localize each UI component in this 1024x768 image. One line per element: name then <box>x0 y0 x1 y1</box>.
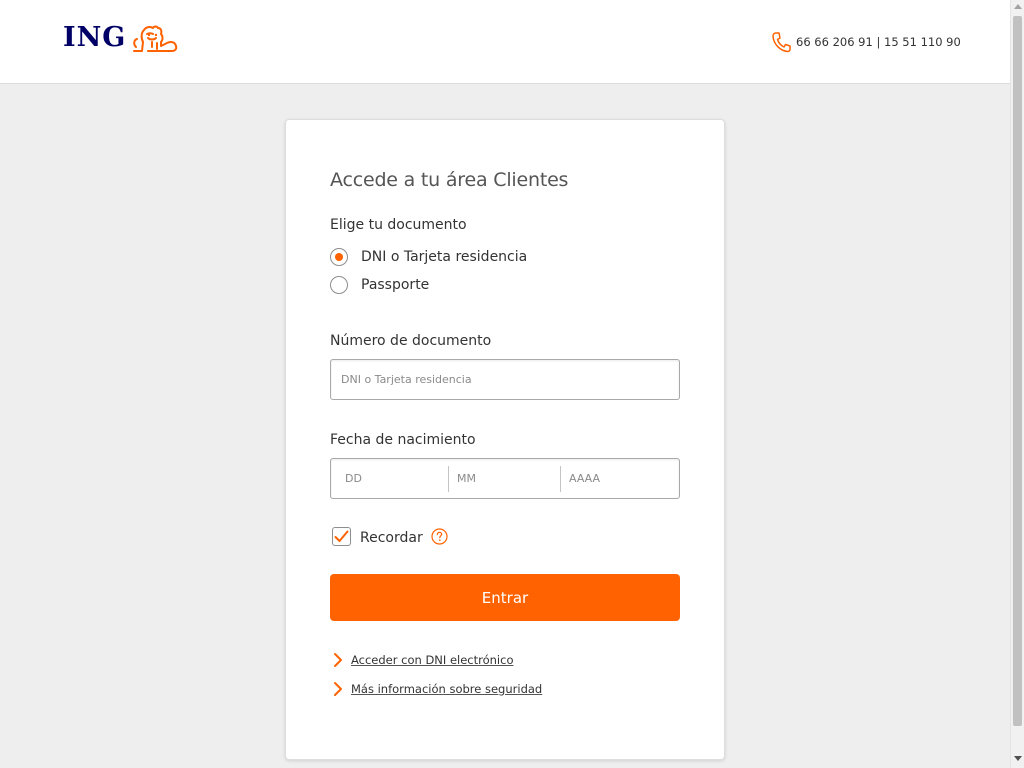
phone-icon <box>772 32 791 53</box>
link-security[interactable]: Más información sobre seguridad <box>332 681 542 697</box>
document-number-input[interactable] <box>330 359 680 400</box>
phone-numbers: 66 66 206 91 | 15 51 110 90 <box>796 35 961 49</box>
chevron-right-icon <box>334 682 342 696</box>
submit-button[interactable]: Entrar <box>330 574 680 621</box>
chevron-right-icon <box>334 653 342 667</box>
login-card: Accede a tu área Clientes Elige tu docum… <box>285 119 725 760</box>
document-type-label: Elige tu documento <box>330 217 467 233</box>
document-number-label: Número de documento <box>330 333 492 349</box>
birthdate-label: Fecha de nacimiento <box>330 432 476 448</box>
birthdate-year-input[interactable] <box>561 465 671 492</box>
radio-passport-button[interactable] <box>330 276 348 294</box>
page-title: Accede a tu área Clientes <box>330 169 569 191</box>
help-circle-icon[interactable] <box>431 528 448 545</box>
radio-passport[interactable]: Passporte <box>330 276 429 294</box>
link-security-text[interactable]: Más información sobre seguridad <box>351 682 542 696</box>
remember-label: Recordar <box>360 530 423 546</box>
vertical-scrollbar[interactable] <box>1010 0 1024 768</box>
birthdate-field <box>330 458 680 499</box>
checkmark-icon <box>334 530 349 542</box>
radio-dni[interactable]: DNI o Tarjeta residencia <box>330 248 527 266</box>
scroll-up-arrow-icon[interactable] <box>1014 4 1022 9</box>
logo-text: ING <box>63 22 127 53</box>
radio-dni-label: DNI o Tarjeta residencia <box>361 249 528 265</box>
header: ING 66 66 206 91 | 15 51 110 90 <box>0 0 1010 84</box>
link-dnie-text[interactable]: Acceder con DNI electrónico <box>351 653 513 667</box>
scroll-down-arrow-icon[interactable] <box>1014 756 1022 761</box>
phone-contact: 66 66 206 91 | 15 51 110 90 <box>771 31 961 53</box>
scroll-thumb[interactable] <box>1013 16 1022 726</box>
remember-row: Recordar <box>332 527 448 546</box>
radio-dni-button[interactable] <box>330 248 348 266</box>
page: ING 66 66 206 91 | 15 51 110 90 Accede a… <box>0 0 1024 768</box>
birthdate-day-input[interactable] <box>331 465 449 492</box>
birthdate-month-input[interactable] <box>449 465 561 492</box>
lion-icon <box>133 25 178 52</box>
remember-checkbox[interactable] <box>332 527 351 546</box>
link-dnie[interactable]: Acceder con DNI electrónico <box>332 652 513 668</box>
radio-passport-label: Passporte <box>361 277 430 293</box>
ing-logo[interactable]: ING <box>63 20 180 56</box>
